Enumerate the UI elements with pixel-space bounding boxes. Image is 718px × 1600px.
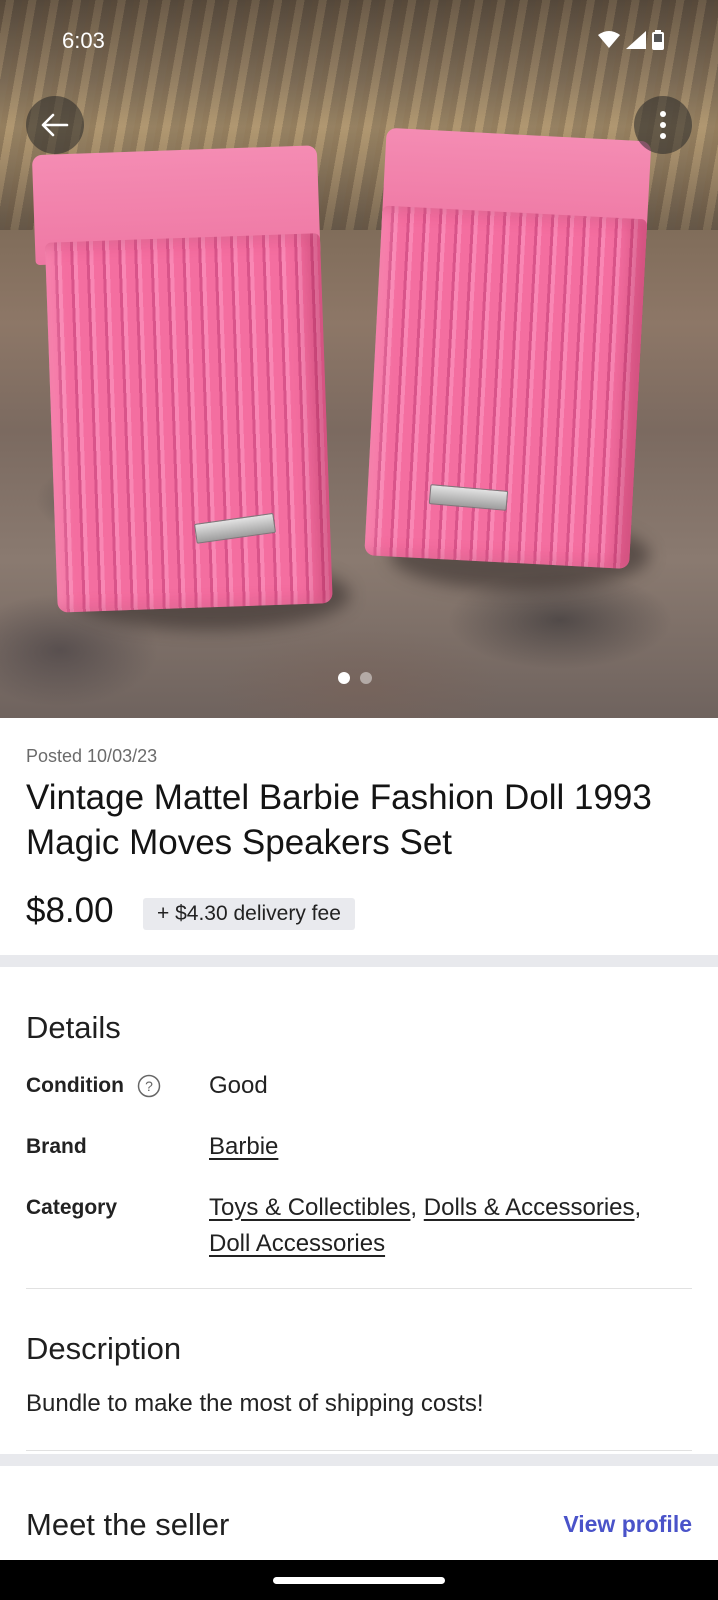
more-options-button[interactable] xyxy=(634,96,692,154)
signal-icon xyxy=(626,31,646,49)
product-photo[interactable] xyxy=(0,0,718,718)
category-link-dolls-accessories[interactable]: Dolls & Accessories xyxy=(424,1194,635,1221)
condition-value: Good xyxy=(209,1072,268,1099)
arrow-left-icon xyxy=(41,113,69,137)
speaker-body xyxy=(364,205,648,569)
carousel-dot-2[interactable] xyxy=(360,672,372,684)
description-text: Bundle to make the most of shipping cost… xyxy=(26,1390,484,1417)
details-divider xyxy=(26,1288,692,1289)
svg-text:?: ? xyxy=(145,1078,153,1094)
posted-date: Posted 10/03/23 xyxy=(26,746,158,766)
listing-price: $8.00 xyxy=(26,891,114,930)
system-nav-bar xyxy=(0,1560,718,1600)
brand-value: Barbie xyxy=(209,1129,278,1165)
description-divider xyxy=(26,1450,692,1451)
help-icon[interactable]: ? xyxy=(137,1074,161,1098)
details-heading: Details xyxy=(26,1010,121,1045)
section-divider xyxy=(0,955,718,967)
carousel-indicator xyxy=(338,672,372,684)
category-label: Category xyxy=(26,1196,118,1219)
category-separator: , xyxy=(634,1194,642,1221)
speaker-body xyxy=(44,233,333,613)
status-time: 6:03 xyxy=(62,28,105,53)
back-button[interactable] xyxy=(26,96,84,154)
view-profile-link[interactable]: View profile xyxy=(563,1511,692,1538)
description-heading: Description xyxy=(26,1331,182,1366)
section-divider xyxy=(0,1454,718,1466)
category-separator: , xyxy=(410,1194,424,1221)
wifi-icon xyxy=(598,31,620,48)
pink-speaker-right xyxy=(364,127,677,583)
category-link-toys-collectibles[interactable]: Toys & Collectibles xyxy=(209,1194,410,1221)
status-icons xyxy=(598,30,664,50)
battery-icon xyxy=(652,30,664,50)
delivery-fee-badge: + $4.30 delivery fee xyxy=(143,898,355,930)
status-bar: 6:03 xyxy=(0,0,718,80)
pink-speaker-left xyxy=(31,145,338,625)
category-link-doll-accessories[interactable]: Doll Accessories xyxy=(209,1230,385,1257)
brand-link[interactable]: Barbie xyxy=(209,1133,278,1160)
seller-heading: Meet the seller xyxy=(26,1507,230,1542)
category-value: Toys & Collectibles, Dolls & Accessories… xyxy=(209,1190,689,1262)
more-vertical-icon xyxy=(660,111,666,139)
home-gesture-bar[interactable] xyxy=(273,1577,445,1584)
brand-label: Brand xyxy=(26,1135,87,1158)
listing-title: Vintage Mattel Barbie Fashion Doll 1993 … xyxy=(26,778,652,862)
condition-label: Condition xyxy=(26,1074,124,1097)
carousel-dot-1[interactable] xyxy=(338,672,350,684)
